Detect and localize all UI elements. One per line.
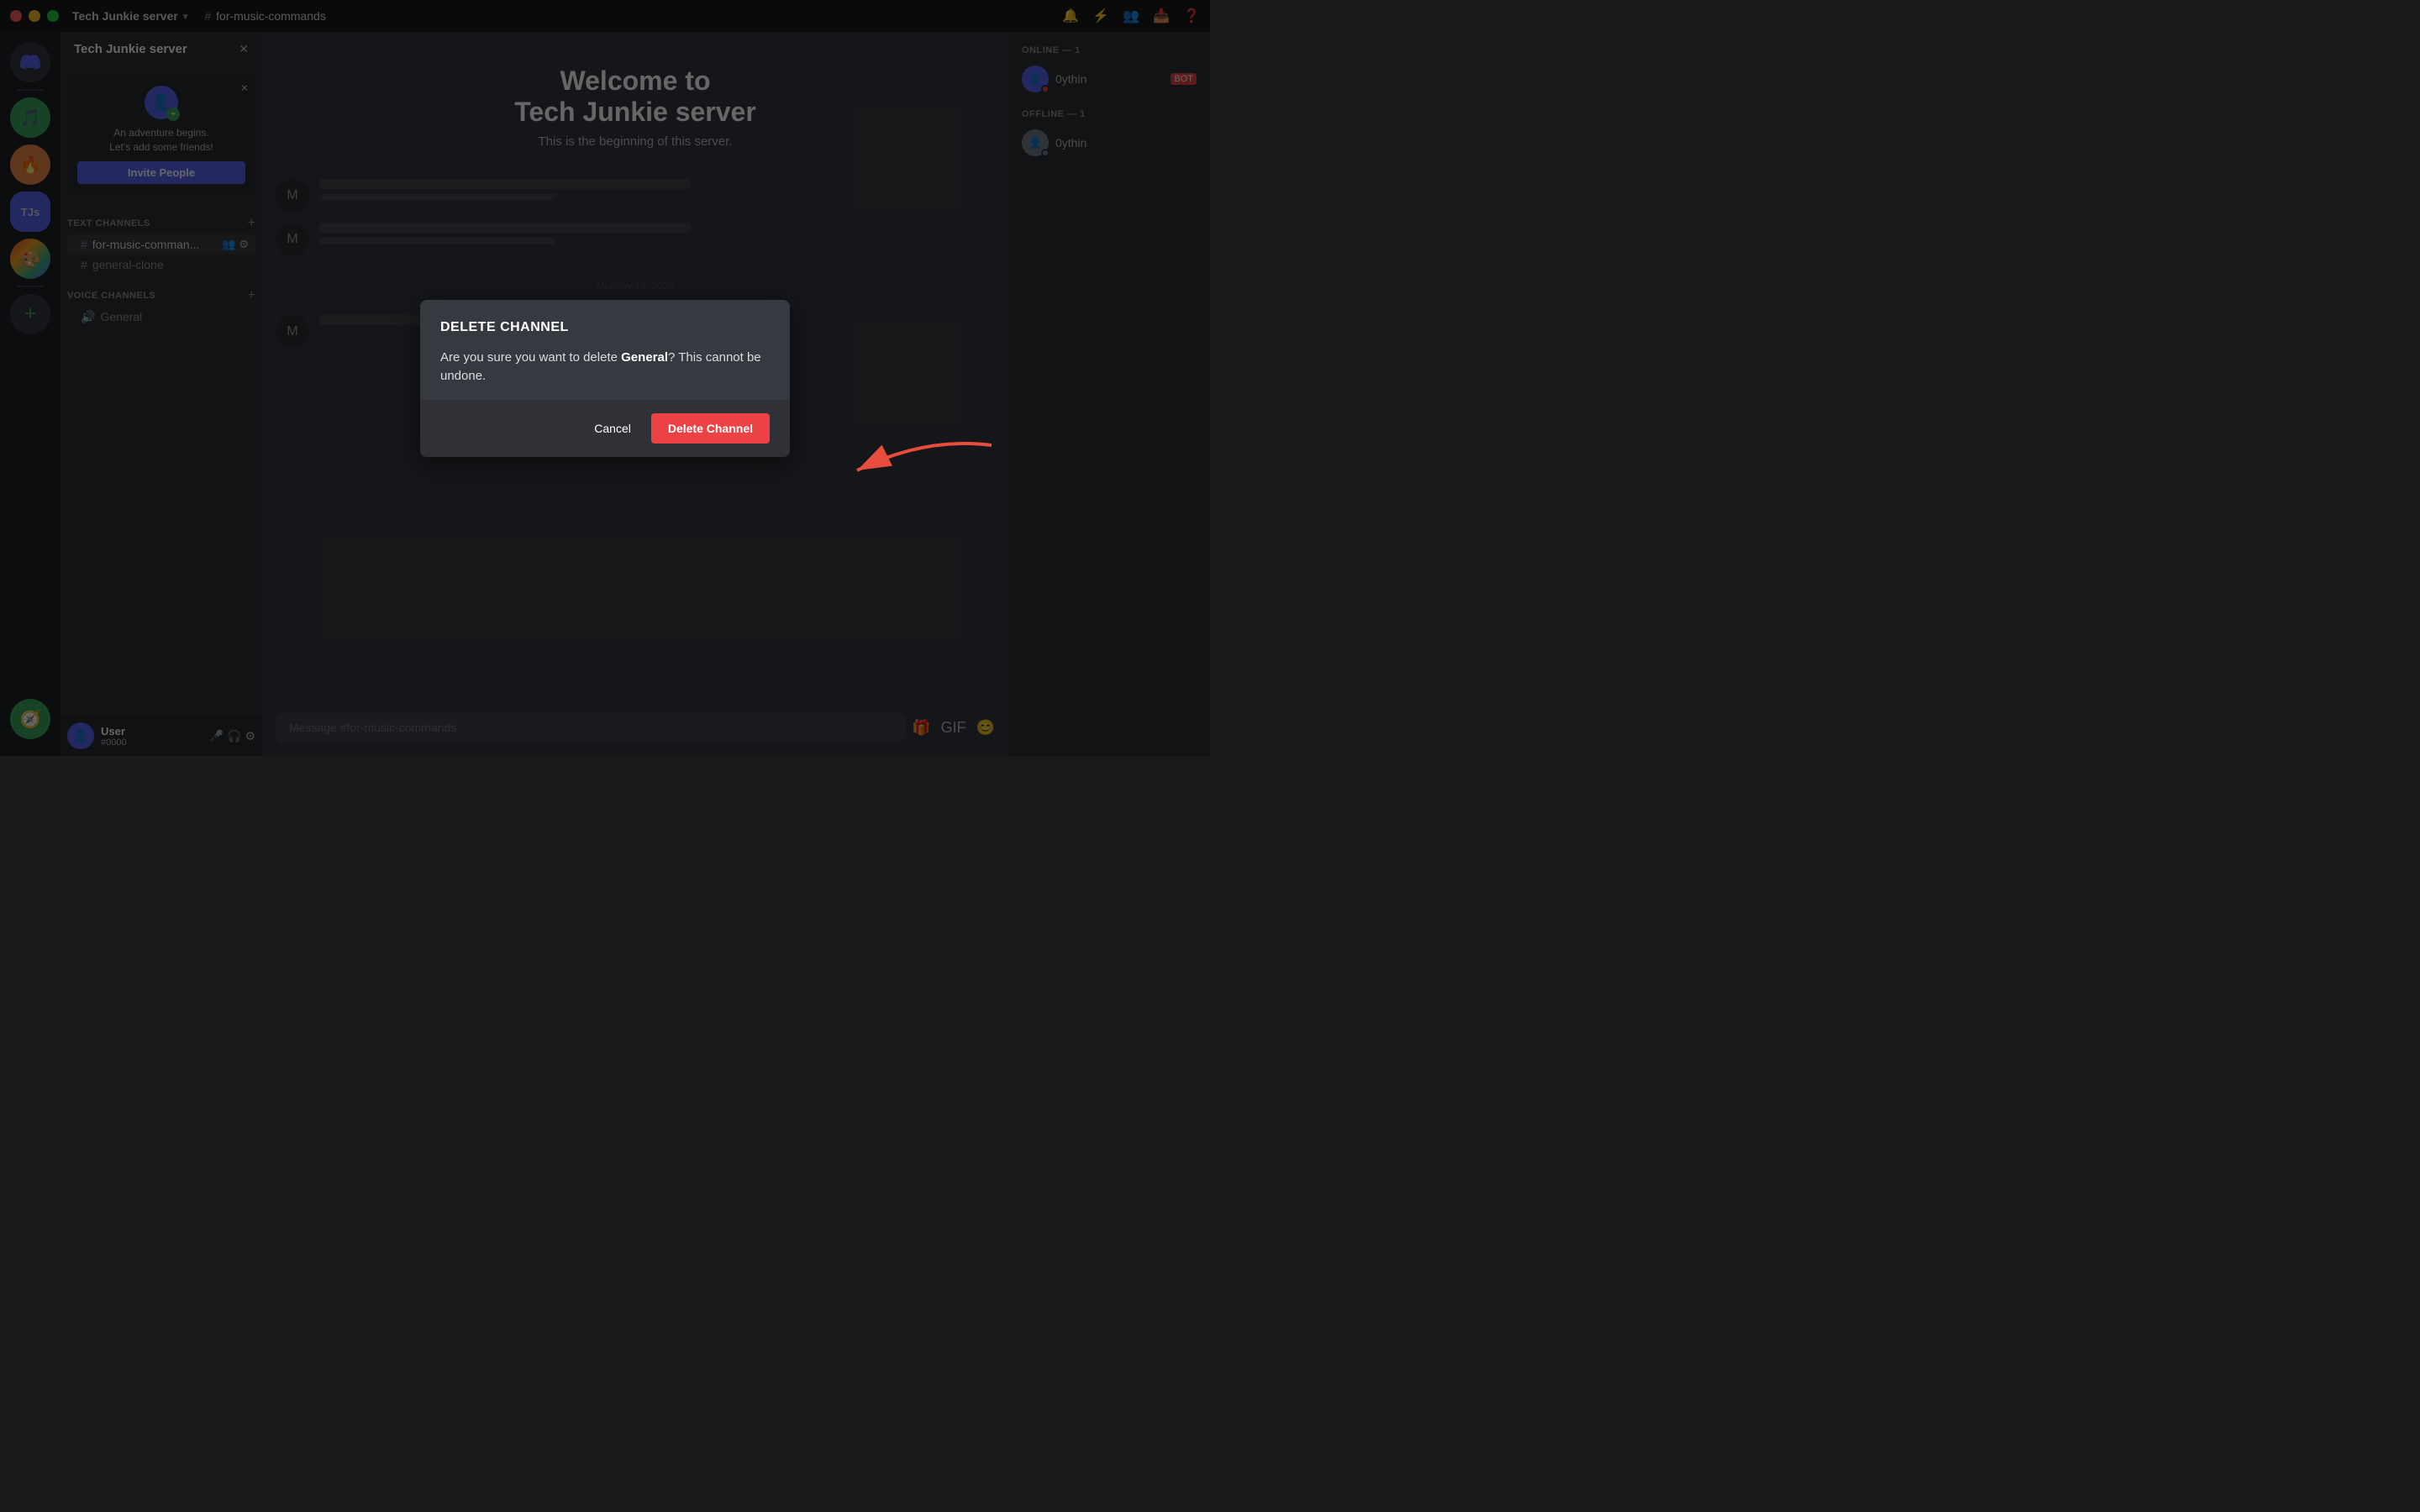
modal-overlay[interactable]: DELETE CHANNEL Are you sure you want to … [0,0,1210,756]
modal-body-text-before: Are you sure you want to delete [440,350,621,365]
modal-text: Are you sure you want to delete General?… [440,349,770,386]
cancel-button[interactable]: Cancel [584,415,641,442]
modal-body: DELETE CHANNEL Are you sure you want to … [420,300,790,400]
delete-channel-modal: DELETE CHANNEL Are you sure you want to … [420,300,790,457]
modal-channel-name: General [621,350,668,365]
arrow-annotation [840,428,1008,496]
delete-channel-button[interactable]: Delete Channel [651,413,770,444]
modal-footer: Cancel Delete Channel [420,400,790,457]
modal-title: DELETE CHANNEL [440,320,770,335]
